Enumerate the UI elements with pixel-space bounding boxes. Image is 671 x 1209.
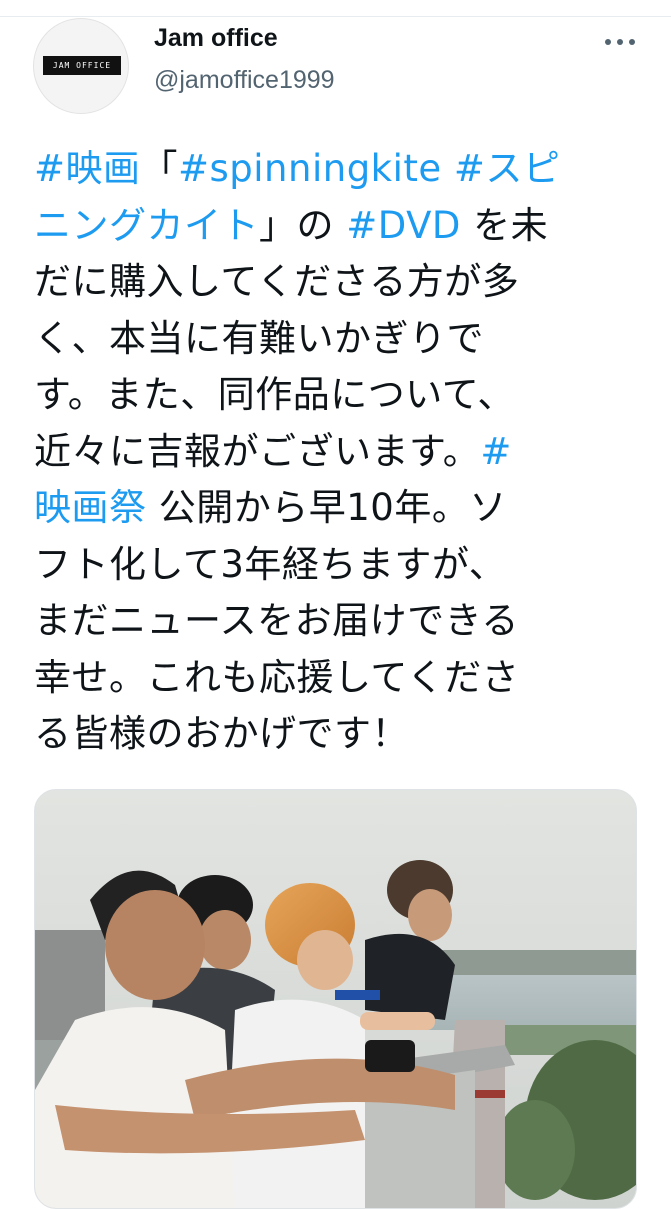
tweet-text-segment: だに購入してくださる方が多 — [34, 260, 520, 303]
hashtag-link[interactable]: #DVD — [346, 204, 461, 247]
tweet-text: #映画「#spinningkite #スピ ニングカイト」の #DVD を未 だに購… — [34, 141, 644, 763]
tweet-text-segment: 「 — [140, 147, 179, 190]
tweet-header: JAM OFFICE Jam office @jamoffice1999 — [0, 0, 671, 120]
tweet-text-line: まだニュースをお届けできる — [34, 593, 644, 650]
tweet-text-line: だに購入してくださる方が多 — [34, 254, 644, 311]
hashtag-link[interactable]: ニングカイト — [34, 204, 259, 247]
tweet-media-photo[interactable] — [34, 789, 637, 1209]
tweet-text-line: 近々に吉報がございます。# — [34, 424, 644, 481]
hashtag-link[interactable]: #映画 — [34, 147, 141, 190]
user-handle[interactable]: @jamoffice1999 — [154, 66, 335, 95]
tweet-text-line: フト化して3年経ちますが、 — [34, 537, 644, 594]
avatar[interactable]: JAM OFFICE — [33, 18, 129, 114]
hashtag-link[interactable]: # — [480, 430, 512, 473]
tweet-text-line: 映画祭 公開から早10年。ソ — [34, 480, 644, 537]
tweet-text-line: く、本当に有難いかぎりで — [34, 311, 644, 368]
tweet-text-segment: 近々に吉報がございます。 — [34, 429, 481, 473]
tweet-text-line: ニングカイト」の #DVD を未 — [34, 198, 644, 255]
tweet-text-line: #映画「#spinningkite #スピ — [34, 141, 644, 198]
tweet-text-segment: す。また、同作品について、 — [34, 373, 515, 416]
hashtag-link[interactable]: #spinningkite — [178, 147, 442, 190]
avatar-logo-text: JAM OFFICE — [52, 61, 112, 70]
hashtag-link[interactable]: 映画祭 — [34, 486, 147, 529]
more-horizontal-icon[interactable] — [600, 32, 640, 52]
tweet-text-segment: 」の — [259, 203, 347, 247]
tweet-text-segment: く、本当に有難いかぎりで — [34, 316, 484, 360]
tweet-text-line: す。また、同作品について、 — [34, 367, 644, 424]
tweet-text-segment: 公開から早10年。ソ — [146, 486, 507, 529]
display-name[interactable]: Jam office — [154, 24, 278, 53]
tweet-text-line: る皆様のおかげです！ — [34, 706, 644, 763]
tweet-text-segment: を未 — [460, 203, 549, 247]
tweet-text-segment: る皆様のおかげです！ — [34, 712, 409, 755]
tweet-text-segment — [442, 147, 454, 190]
hashtag-link[interactable]: #スピ — [454, 147, 561, 190]
tweet-text-segment: 幸せ。これも応援してくださ — [34, 655, 520, 699]
tweet-text-segment: フト化して3年経ちますが、 — [34, 542, 507, 586]
tweet-text-segment: まだニュースをお届けできる — [34, 599, 519, 642]
tweet-text-line: 幸せ。これも応援してくださ — [34, 650, 644, 707]
avatar-logo: JAM OFFICE — [43, 56, 121, 75]
